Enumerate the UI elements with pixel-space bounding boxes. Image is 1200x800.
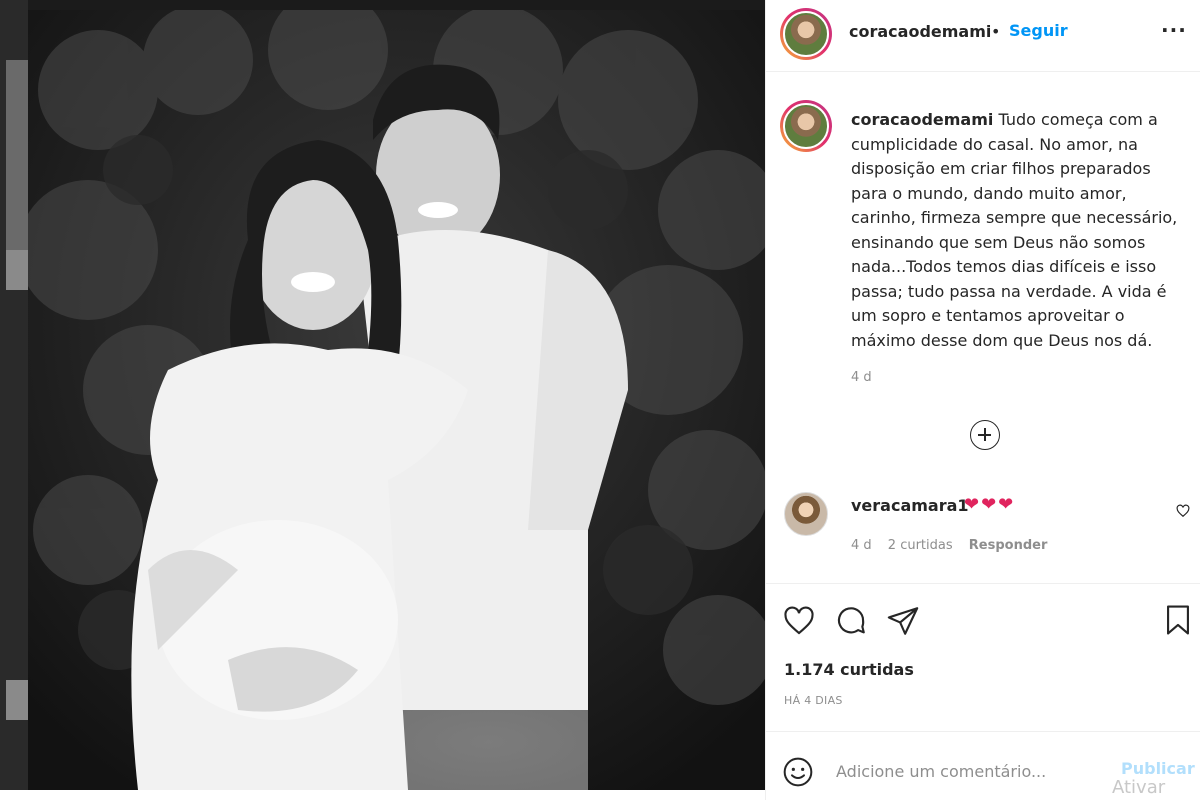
comment-likes[interactable]: 2 curtidas [888,538,953,553]
comment-item: veracamara1 ❤❤❤ 4 d 2 curtidas Responder [766,490,1200,570]
more-horizontal-icon[interactable]: ··· [1161,18,1187,42]
previous-post-edge-shape [6,60,28,250]
author-username[interactable]: coracaodemami [849,22,991,41]
caption-text: coracaodemami Tudo começa com a cumplici… [851,108,1181,353]
couple-photo-illustration [28,10,765,790]
os-activation-watermark: Ativar [1112,777,1166,798]
post-photo[interactable] [28,10,765,790]
comment-input[interactable] [836,758,1106,784]
caption-author-avatar[interactable] [780,100,832,152]
previous-post-edge[interactable] [0,0,28,790]
previous-post-edge-shape [6,250,28,290]
caption-author-avatar-image [783,103,829,149]
post-details-panel: coracaodemami • Seguir ··· coracaodemami… [765,0,1200,800]
save-glyph [1167,605,1189,635]
speech-bubble-icon[interactable] [834,604,868,638]
commenter-avatar[interactable] [784,492,828,536]
share-glyph [887,607,919,635]
comment-glyph [837,607,865,634]
add-comment-bar: Publicar Ativar [766,731,1200,800]
comment-text: ❤❤❤ [964,494,1016,515]
publish-button[interactable]: Publicar [1121,759,1195,778]
like-glyph [784,606,814,635]
heart-outline-icon[interactable] [782,604,816,638]
post-actions-area: 1.174 curtidas HÁ 4 DIAS [766,583,1200,731]
caption-body: Tudo começa com a cumplicidade do casal.… [851,110,1178,350]
previous-post-edge-shape [6,680,28,720]
post-timestamp[interactable]: HÁ 4 DIAS [784,694,843,707]
paper-plane-icon[interactable] [886,604,920,638]
plus-circle-icon[interactable] [970,420,1000,450]
follow-button[interactable]: Seguir [1009,21,1068,40]
comment-meta: 4 d 2 curtidas Responder [851,538,1059,553]
author-avatar[interactable] [780,8,832,60]
caption-timestamp[interactable]: 4 d [851,370,872,385]
likes-count[interactable]: 1.174 curtidas [784,660,914,679]
comment-username[interactable]: veracamara1 [851,496,969,515]
author-avatar-image [783,11,829,57]
separator-dot: • [991,22,1001,41]
comment-like-glyph [1176,504,1190,518]
heart-outline-icon[interactable] [1176,504,1190,522]
emoji-glyph [783,757,813,787]
smiley-icon[interactable] [782,756,814,788]
bookmark-icon[interactable] [1161,602,1195,638]
caption-username[interactable]: coracaodemami [851,110,993,129]
post-header: coracaodemami • Seguir ··· [766,0,1200,72]
comment-time[interactable]: 4 d [851,538,872,553]
reply-button[interactable]: Responder [969,538,1048,553]
post-photo-panel [0,0,765,790]
